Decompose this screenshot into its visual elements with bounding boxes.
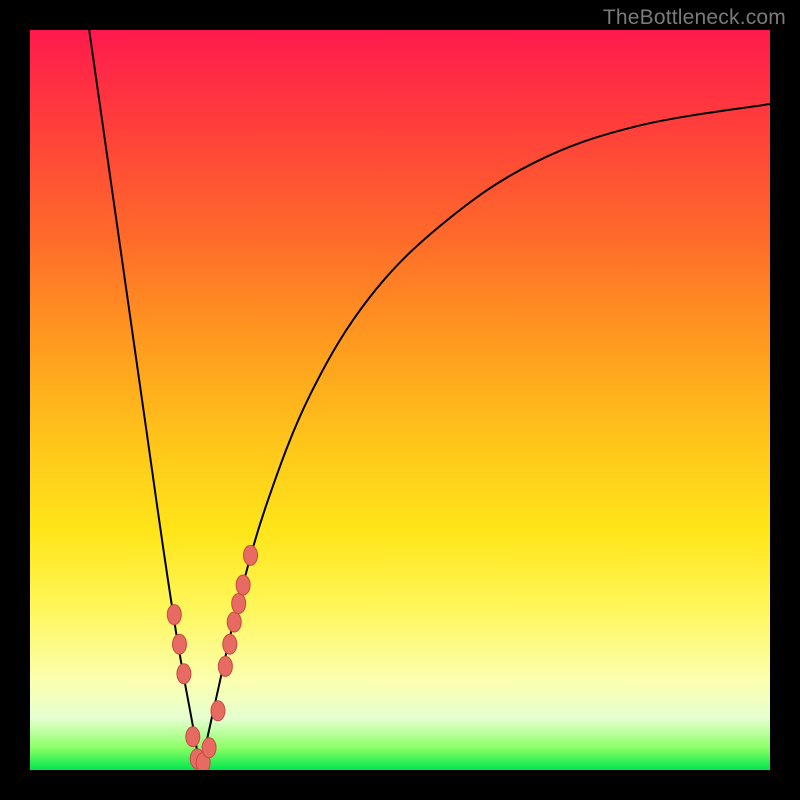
data-marker	[202, 738, 216, 758]
curve-left-branch	[89, 30, 200, 770]
watermark-text: TheBottleneck.com	[603, 6, 786, 30]
data-marker	[236, 575, 250, 595]
data-marker	[177, 664, 191, 684]
chart-svg	[30, 30, 770, 770]
chart-frame: TheBottleneck.com	[0, 0, 800, 800]
data-marker	[227, 612, 241, 632]
data-marker	[244, 545, 258, 565]
data-marker	[232, 594, 246, 614]
data-marker	[218, 656, 232, 676]
curve-right-branch	[200, 104, 770, 770]
plot-area	[30, 30, 770, 770]
data-marker	[186, 727, 200, 747]
data-marker	[211, 701, 225, 721]
data-marker	[172, 634, 186, 654]
data-marker	[223, 634, 237, 654]
data-marker	[167, 605, 181, 625]
